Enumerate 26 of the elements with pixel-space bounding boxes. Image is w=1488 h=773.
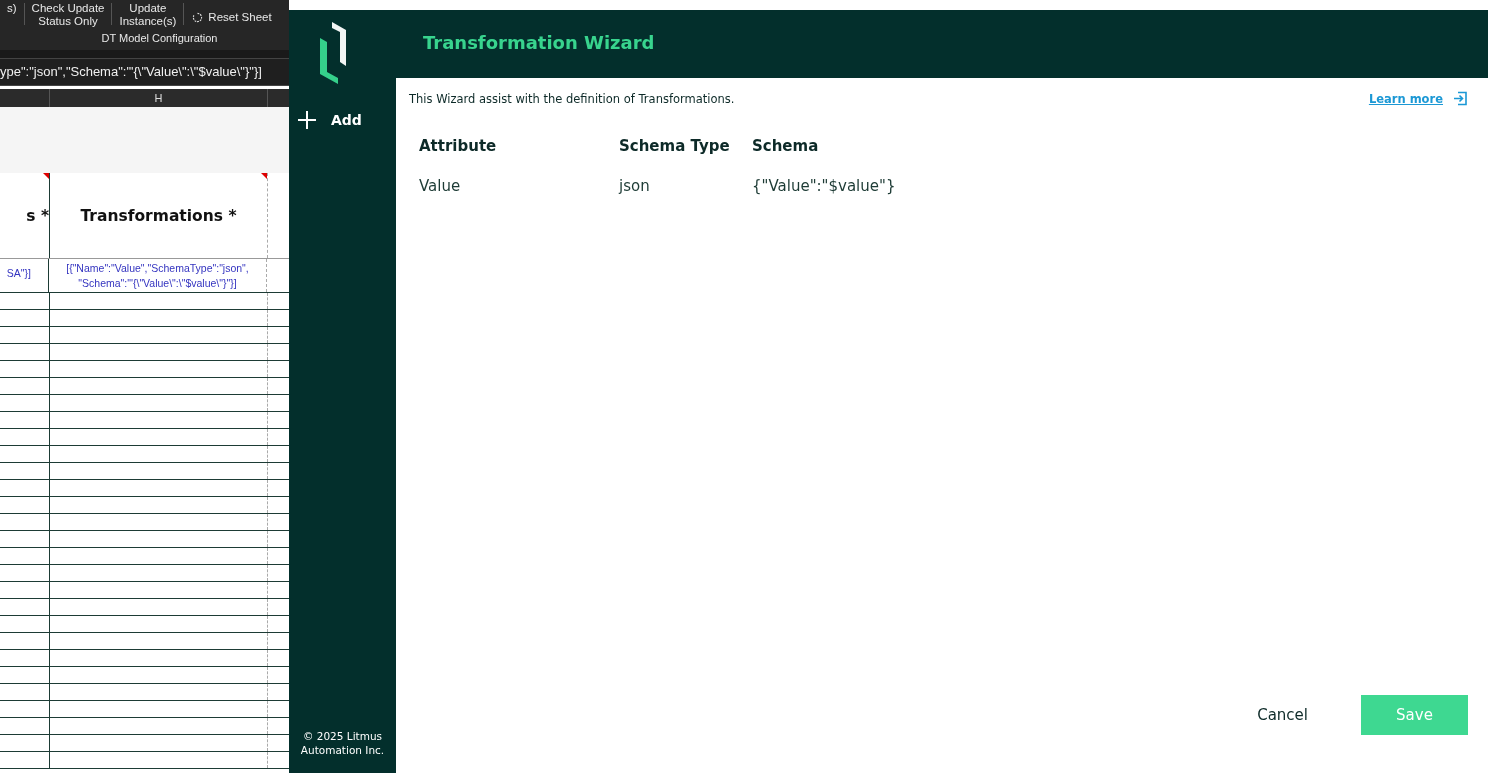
- ribbon-command[interactable]: Check Update: [31, 2, 105, 15]
- table-cell-text: Value: [419, 177, 462, 195]
- reset-sheet-button[interactable]: Reset Sheet: [184, 11, 280, 23]
- refresh-icon: [192, 11, 204, 23]
- ribbon-command[interactable]: Instance(s): [119, 15, 177, 28]
- exit-icon[interactable]: [1453, 91, 1468, 106]
- table-header: s *: [26, 206, 49, 225]
- dialog-title: Transformation Wizard: [423, 32, 655, 53]
- ribbon-command[interactable]: Status Only: [38, 15, 98, 28]
- ribbon-command[interactable]: s): [7, 2, 17, 15]
- column-header: Attribute: [419, 137, 498, 155]
- table-cell-text: [{"Name":"Value","SchemaType":"json", "Schema":"'{\"Value\":\"$value\"}"}]: [65, 260, 250, 291]
- column-header: Schema Type: [619, 137, 731, 155]
- column-header: Schema: [752, 137, 819, 155]
- ribbon-command[interactable]: Update: [129, 2, 167, 15]
- intro-text: This Wizard assist with the definition of Transformations.: [409, 91, 736, 106]
- add-button[interactable]: Add: [289, 110, 396, 130]
- table-cell-text: json: [619, 177, 651, 195]
- formula-bar[interactable]: ype":"json","Schema":"'{\"Value\":\"$value\"}"}]: [0, 58, 289, 86]
- plus-icon: [297, 110, 317, 130]
- copyright-text: © 2025 Litmus Automation Inc.: [299, 729, 386, 757]
- table-header: Transformations *: [80, 206, 237, 225]
- table-cell: {"Value":"$value"}: [752, 177, 896, 195]
- cancel-button[interactable]: Cancel: [1232, 696, 1333, 734]
- group-label: DT Model Configuration: [101, 32, 218, 44]
- table-cell: SA"}]: [6, 267, 31, 279]
